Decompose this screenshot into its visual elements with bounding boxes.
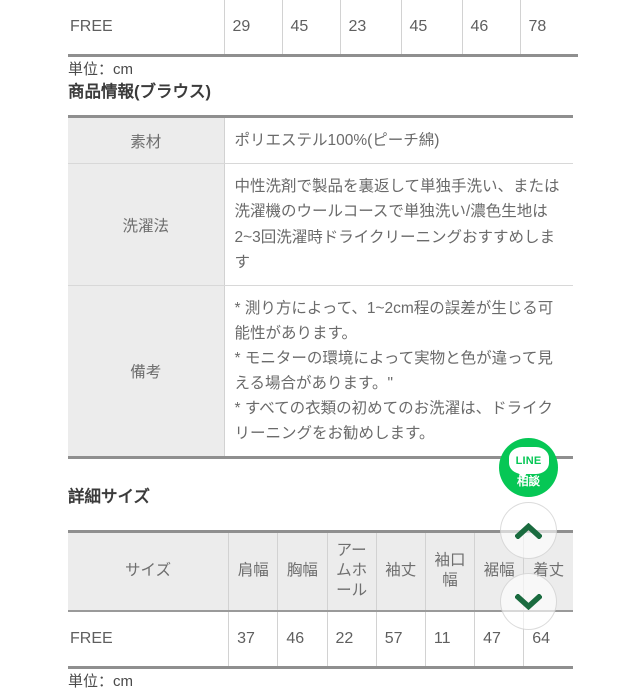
detail-size-heading: 詳細サイズ xyxy=(68,488,151,507)
unit-note-top: 単位：cm xyxy=(68,60,133,78)
info-row-remarks: 備考 * 測り方によって、1~2cm程の誤差が生じる可能性があります。 * モニ… xyxy=(68,285,573,458)
product-detail-page: サイズ 肩幅 胸幅 アームホール ウエスト幅 裾幅 着丈 FREE 29 45 … xyxy=(0,0,640,690)
cell-shoulder: 29 xyxy=(224,0,283,56)
col-header-cuff: 袖口幅 xyxy=(425,531,476,612)
scroll-to-bottom-button[interactable] xyxy=(500,573,557,630)
cell-length: 78 xyxy=(520,0,578,56)
cell-cuff: 11 xyxy=(425,610,476,668)
info-label-material: 素材 xyxy=(68,116,225,165)
info-label-remarks: 備考 xyxy=(68,285,225,458)
info-value-material: ポリエステル100%(ピーチ綿) xyxy=(224,116,573,165)
unit-note-detail: 単位：cm xyxy=(68,672,133,690)
col-header-shoulder: 肩幅 xyxy=(228,531,279,612)
size-table-detail: サイズ 肩幅 胸幅 アームホール 袖丈 袖口幅 裾幅 着丈 FREE 37 46… xyxy=(68,529,573,669)
page-content: サイズ 肩幅 胸幅 アームホール ウエスト幅 裾幅 着丈 FREE 29 45 … xyxy=(68,0,578,692)
info-value-washing: 中性洗剤で製品を裏返して単独手洗い、または洗濯機のウールコースで単独洗い/濃色生… xyxy=(224,163,573,286)
cell-shoulder: 37 xyxy=(228,610,279,668)
line-speech-bubble-icon: LINE xyxy=(508,447,549,480)
scroll-to-top-button[interactable] xyxy=(500,502,557,559)
table-row: FREE 37 46 22 57 11 47 64 xyxy=(68,610,573,668)
product-info-heading: 商品情報(ブラウス) xyxy=(68,83,211,102)
info-row-material: 素材 ポリエステル100%(ピーチ綿) xyxy=(68,116,573,165)
info-label-washing: 洗濯法 xyxy=(68,163,225,286)
table-header-row: サイズ 肩幅 胸幅 アームホール 袖丈 袖口幅 裾幅 着丈 xyxy=(68,531,573,612)
cell-armhole: 22 xyxy=(327,610,377,668)
col-header-sleeve: 袖丈 xyxy=(376,531,426,612)
col-header-size: サイズ xyxy=(68,531,230,612)
product-info-table: 素材 ポリエステル100%(ピーチ綿) 洗濯法 中性洗剤で製品を裏返して単独手洗… xyxy=(68,115,573,460)
cell-chest: 45 xyxy=(282,0,341,56)
cell-waist: 45 xyxy=(401,0,463,56)
cell-armhole: 23 xyxy=(340,0,402,56)
cell-hem: 46 xyxy=(462,0,521,56)
cell-size: FREE xyxy=(68,0,225,56)
size-table-top: サイズ 肩幅 胸幅 アームホール ウエスト幅 裾幅 着丈 FREE 29 45 … xyxy=(68,0,578,57)
cell-chest: 46 xyxy=(277,610,328,668)
info-row-washing: 洗濯法 中性洗剤で製品を裏返して単独手洗い、または洗濯機のウールコースで単独洗い… xyxy=(68,163,573,286)
chevron-down-icon xyxy=(515,593,542,610)
chevron-up-icon xyxy=(515,522,542,539)
cell-size: FREE xyxy=(68,610,230,668)
line-consult-button[interactable]: LINE 相談 xyxy=(499,438,558,497)
col-header-chest: 胸幅 xyxy=(277,531,328,612)
table-row: FREE 29 45 23 45 46 78 xyxy=(68,0,578,56)
info-value-remarks: * 測り方によって、1~2cm程の誤差が生じる可能性があります。 * モニターの… xyxy=(224,285,573,458)
col-header-armhole: アームホール xyxy=(327,531,377,612)
cell-sleeve: 57 xyxy=(376,610,426,668)
line-brand-label: LINE xyxy=(515,454,542,467)
